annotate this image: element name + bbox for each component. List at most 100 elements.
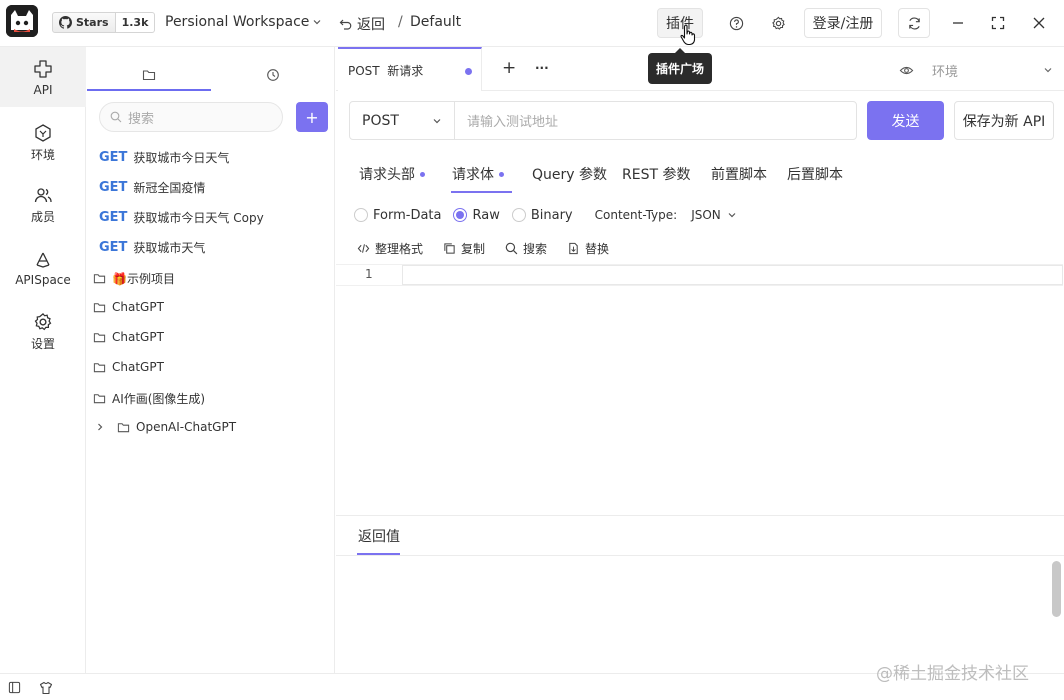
url-input[interactable]: 请输入测试地址 xyxy=(454,101,857,140)
method-select[interactable]: POST xyxy=(349,101,455,140)
nav-item-members[interactable]: 成员 xyxy=(0,175,86,235)
folder-name: ChatGPT xyxy=(112,300,164,314)
copy-icon xyxy=(444,242,455,254)
search-placeholder: 搜索 xyxy=(128,111,155,127)
workspace-selector[interactable]: Persional Workspace xyxy=(165,14,322,30)
nav-item-environment[interactable]: 环境 xyxy=(0,113,86,173)
gear-icon[interactable] xyxy=(767,12,789,34)
tab-body[interactable]: 请求体 xyxy=(452,163,504,185)
method-badge: GET xyxy=(99,239,128,255)
tab-response[interactable]: 返回值 xyxy=(358,526,400,546)
send-button[interactable]: 发送 xyxy=(867,101,944,140)
chevron-down-icon xyxy=(313,20,321,25)
minimize-icon[interactable] xyxy=(947,12,969,34)
content-type-value: JSON xyxy=(691,208,721,222)
github-stars-label: Stars xyxy=(76,16,109,29)
login-button[interactable]: 登录/注册 xyxy=(804,8,882,38)
tab-label: Query 参数 xyxy=(532,167,607,183)
request-tab[interactable]: POST 新请求 xyxy=(338,47,482,91)
tree-folder-item[interactable]: ChatGPT xyxy=(87,292,335,322)
folder-name: ChatGPT xyxy=(112,360,164,374)
nav-label-settings: 设置 xyxy=(30,337,55,351)
breadcrumb[interactable]: Default xyxy=(410,14,461,30)
nav-item-api[interactable]: API xyxy=(0,47,86,107)
search-button[interactable]: 搜索 xyxy=(505,240,547,257)
tab-pre-script[interactable]: 前置脚本 xyxy=(711,163,767,185)
save-as-api-button[interactable]: 保存为新 API xyxy=(954,101,1054,140)
tool-label: 复制 xyxy=(461,241,486,256)
environment-icon xyxy=(35,124,51,142)
help-icon[interactable] xyxy=(725,12,747,34)
copy-button[interactable]: 复制 xyxy=(443,240,485,257)
tab-post-script[interactable]: 后置脚本 xyxy=(787,163,843,185)
maximize-icon[interactable] xyxy=(987,12,1009,34)
tab-files[interactable] xyxy=(87,59,211,91)
environment-placeholder: 环境 xyxy=(932,64,959,80)
chevron-down-icon xyxy=(433,118,441,123)
content-type-label: Content-Type: xyxy=(594,208,678,222)
close-icon[interactable] xyxy=(1028,12,1050,34)
radio-form-data[interactable] xyxy=(354,208,368,222)
tab-label: 请求体 xyxy=(452,167,494,183)
tree-search-input[interactable]: 搜索 xyxy=(99,102,283,132)
tree-folder-item[interactable]: OpenAI-ChatGPT xyxy=(87,412,335,442)
replace-button[interactable]: 替换 xyxy=(567,240,609,257)
refresh-icon xyxy=(908,17,920,29)
tab-query-params[interactable]: Query 参数 xyxy=(532,163,607,185)
editor-active-line[interactable] xyxy=(402,265,1063,285)
side-nav: API 环境 成员 APISpace 设置 xyxy=(0,47,86,673)
method-badge: GET xyxy=(99,149,128,165)
scrollbar[interactable] xyxy=(1052,561,1061,617)
nav-label-api: API xyxy=(33,82,53,97)
radio-binary[interactable] xyxy=(511,208,526,222)
radio-raw[interactable] xyxy=(453,208,468,222)
tree-folder-item[interactable]: 🎁示例项目 xyxy=(87,263,335,293)
back-button[interactable]: 返回 xyxy=(339,14,385,34)
response-divider[interactable] xyxy=(336,515,1064,516)
shirt-icon[interactable] xyxy=(39,681,53,695)
members-icon xyxy=(34,188,52,203)
line-number: 1 xyxy=(365,267,373,281)
code-icon xyxy=(357,243,370,253)
back-label: 返回 xyxy=(357,17,385,33)
tab-history[interactable] xyxy=(211,59,335,91)
tab-active-indicator xyxy=(87,89,211,91)
github-stars[interactable]: Stars 1.3k xyxy=(52,12,156,33)
settings-icon xyxy=(34,312,52,331)
github-icon xyxy=(59,16,72,29)
method-value: POST xyxy=(362,112,399,129)
nav-item-apispace[interactable]: APISpace xyxy=(0,238,86,298)
chevron-right-icon[interactable] xyxy=(95,422,105,432)
more-tabs-button[interactable]: ··· xyxy=(535,61,549,75)
tree-folder-item[interactable]: ChatGPT xyxy=(87,322,335,352)
tree-folder-item[interactable]: AI作画(图像生成) xyxy=(87,383,335,413)
sidebar-toggle-icon[interactable] xyxy=(8,681,21,694)
folder-icon xyxy=(142,70,156,81)
tree-api-item[interactable]: GET 新冠全国疫情 xyxy=(87,172,335,202)
tree-folder-item[interactable]: ChatGPT xyxy=(87,352,335,382)
eye-icon[interactable] xyxy=(899,63,914,78)
refresh-button[interactable] xyxy=(898,8,930,38)
tree-api-item[interactable]: GET 获取城市今日天气 Copy xyxy=(87,202,335,232)
format-button[interactable]: 整理格式 xyxy=(357,240,423,257)
folder-icon xyxy=(93,393,106,403)
nav-item-settings[interactable]: 设置 xyxy=(0,302,86,362)
tab-headers[interactable]: 请求头部 xyxy=(359,163,425,185)
github-stars-button[interactable]: Stars xyxy=(52,12,116,33)
folder-icon xyxy=(93,362,106,372)
tree-api-item[interactable]: GET 获取城市天气 xyxy=(87,232,335,262)
login-label: 登录/注册 xyxy=(812,16,874,32)
add-api-button[interactable]: + xyxy=(296,102,328,132)
chevron-down-icon xyxy=(728,213,736,218)
tab-rest-params[interactable]: REST 参数 xyxy=(622,163,690,185)
api-name: 获取城市今日天气 Copy xyxy=(133,210,264,225)
search-icon xyxy=(110,111,122,123)
tree-api-item[interactable]: GET 获取城市今日天气 xyxy=(87,142,335,172)
content-type-select[interactable]: JSON xyxy=(691,208,737,222)
tab-active-indicator xyxy=(451,191,512,193)
folder-name: ChatGPT xyxy=(112,330,164,344)
environment-select[interactable]: 环境 xyxy=(899,59,1054,81)
history-icon xyxy=(267,69,279,81)
add-tab-button[interactable]: + xyxy=(502,58,516,78)
body-type-group: Form-Data Raw Binary Content-Type: JSON xyxy=(354,204,737,226)
